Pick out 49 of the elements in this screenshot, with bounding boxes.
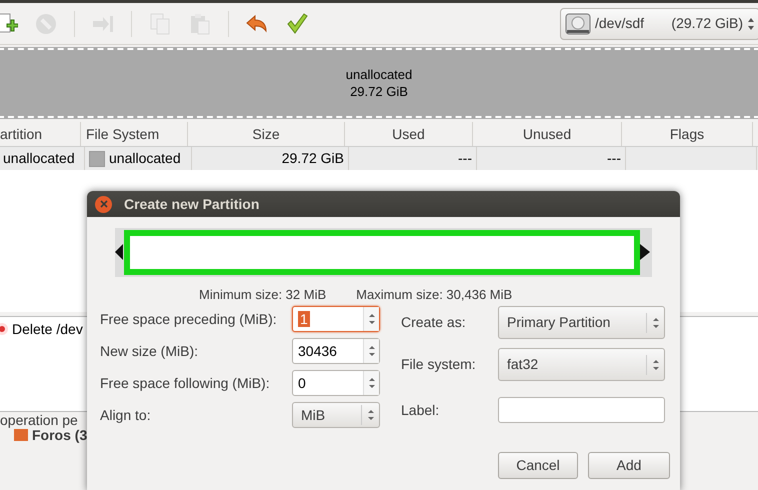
spin-field[interactable]: 0 (292, 370, 380, 396)
field-label: Label: (401, 400, 440, 420)
field-label: Create as: (401, 313, 467, 332)
column-header[interactable]: File System (81, 122, 188, 146)
spin-arrows-icon[interactable] (366, 408, 374, 422)
column-header[interactable]: artition (0, 122, 81, 146)
folder-icon (14, 429, 28, 441)
table-cell-text: unallocated (109, 149, 181, 168)
spin-arrows-icon[interactable] (368, 312, 376, 326)
field-label: Align to: (100, 406, 152, 425)
field-label: Free space following (MiB): (100, 374, 271, 393)
close-button[interactable] (95, 196, 112, 212)
disk-map-label: unallocated (346, 66, 412, 83)
column-header[interactable]: Unused (473, 122, 622, 146)
table-cell-text: unallocated (3, 149, 75, 168)
minimum-size: Minimum size: 32 MiB (199, 286, 326, 303)
table-cell-text: --- (458, 149, 472, 168)
dropdown[interactable]: MiB (292, 402, 380, 428)
device-name: /dev/sdf (595, 14, 644, 33)
field-label: New size (MiB): (100, 342, 200, 361)
dialog-title: Create new Partition (124, 194, 260, 214)
spin-arrows-icon[interactable] (652, 316, 660, 330)
status-text: operation pe (0, 410, 78, 430)
table-cell-text: 29.72 GiB (282, 149, 344, 168)
text-field[interactable] (498, 397, 665, 423)
add-button[interactable]: Add (588, 452, 670, 479)
spin-field[interactable]: 30436 (292, 338, 380, 364)
column-header[interactable]: Size (188, 122, 345, 146)
color-swatch (89, 150, 105, 166)
dropdown[interactable]: fat32 (498, 348, 665, 381)
column-header[interactable]: Flags (622, 122, 753, 146)
hard-drive-icon (565, 12, 591, 36)
device-selector[interactable]: /dev/sdf (29.72 GiB) (560, 8, 758, 40)
maximum-size: Maximum size: 30,436 MiB (356, 286, 512, 303)
spin-arrows-icon[interactable] (652, 358, 660, 372)
spin-arrows-icon[interactable] (368, 344, 376, 358)
spin-arrows-icon[interactable] (368, 376, 376, 390)
column-header[interactable]: Used (345, 122, 473, 146)
spin-field[interactable]: 1 (292, 306, 380, 332)
dropdown[interactable]: Primary Partition (498, 306, 665, 339)
field-label: Free space preceding (MiB): (100, 310, 278, 329)
x-icon (100, 200, 108, 208)
disk-map-size: 29.72 GiB (350, 83, 408, 100)
table-cell-text: --- (607, 149, 621, 168)
device-size: (29.72 GiB) (671, 14, 743, 33)
field-label: File system: (401, 355, 477, 374)
spin-arrows-icon (747, 16, 755, 30)
cancel-button[interactable]: Cancel (498, 452, 578, 479)
operation-item[interactable]: Delete /dev (12, 318, 83, 340)
